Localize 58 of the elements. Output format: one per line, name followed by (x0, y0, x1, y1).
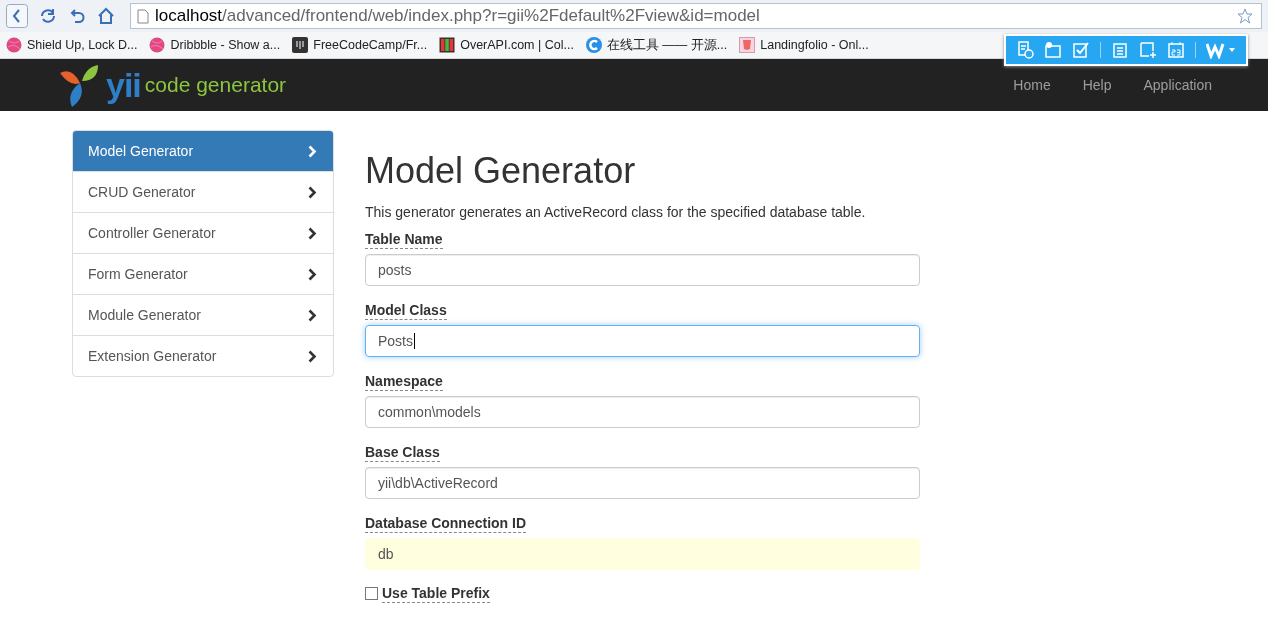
chevron-right-icon (308, 267, 317, 281)
sidebar-item[interactable]: Controller Generator (73, 212, 333, 253)
ball-icon (149, 37, 166, 53)
w-logo-icon[interactable] (1206, 41, 1236, 59)
document-clock-icon[interactable] (1016, 41, 1034, 59)
bookmark-item[interactable]: OverAPI.com | Col... (439, 37, 574, 53)
description: This generator generates an ActiveRecord class for the specified database table. (365, 204, 867, 220)
home-icon[interactable] (97, 7, 115, 25)
field-label: Base Class (365, 444, 440, 462)
chevron-right-icon (308, 144, 317, 158)
nav-link[interactable]: Help (1066, 77, 1128, 93)
page-icon (137, 8, 149, 24)
undo-icon[interactable] (68, 7, 86, 25)
sidebar-item[interactable]: Module Generator (73, 294, 333, 335)
sidebar-item[interactable]: Extension Generator (73, 335, 333, 376)
bookmark-item[interactable]: Shield Up, Lock D... (6, 37, 138, 53)
clipboard-icon[interactable] (1111, 41, 1129, 59)
shield-icon (739, 37, 756, 53)
ball-icon (6, 37, 22, 53)
chevron-right-icon (308, 349, 317, 363)
bars-icon (292, 37, 309, 53)
chevron-right-icon (308, 308, 317, 322)
checkbox-icon[interactable] (1072, 41, 1090, 59)
field-label: Namespace (365, 373, 443, 391)
field-label: Model Class (365, 302, 447, 320)
sidebar-item[interactable]: Form Generator (73, 253, 333, 294)
back-icon[interactable] (6, 4, 28, 28)
checkbox[interactable] (365, 587, 378, 600)
reload-icon[interactable] (39, 7, 57, 25)
chevron-right-icon (308, 185, 317, 199)
page-title: Model Generator (365, 150, 637, 192)
input-field[interactable]: Posts (365, 325, 920, 357)
nav-link[interactable]: Home (997, 77, 1067, 93)
bookmark-item[interactable]: Dribbble - Show a... (149, 37, 281, 53)
checkbox-label: Use Table Prefix (382, 585, 490, 603)
field-label: Database Connection ID (365, 515, 527, 533)
bookmark-item[interactable]: 在线工具 —— 开源... (585, 36, 728, 54)
input-field[interactable]: posts (365, 254, 920, 286)
sidebar-item[interactable]: CRUD Generator (73, 171, 333, 212)
input-field[interactable]: db (365, 538, 920, 570)
nav-link[interactable]: Application (1127, 77, 1228, 93)
bookmark-item[interactable]: FreeCodeCamp/Fr... (292, 37, 428, 53)
logo-subtitle: code generator (144, 73, 287, 97)
field-label: Table Name (365, 231, 443, 249)
c-logo-icon (585, 37, 602, 53)
chevron-right-icon (308, 226, 317, 240)
folder-icon[interactable] (1044, 41, 1062, 59)
address-bar[interactable]: localhost/advanced/frontend/web/index.php?r=gii%2Fdefault%2Fview&id=model (130, 3, 1262, 29)
add-note-icon[interactable] (1139, 41, 1157, 59)
star-icon[interactable] (1237, 8, 1253, 24)
calendar-icon[interactable] (1167, 41, 1185, 59)
url-text: localhost/advanced/frontend/web/index.php?r=gii%2Fdefault%2Fview&id=model (155, 6, 760, 26)
input-field[interactable]: common\models (365, 396, 920, 428)
bookmark-item[interactable]: Landingfolio - Onl... (739, 37, 869, 53)
input-field[interactable]: yii\db\ActiveRecord (365, 467, 920, 499)
sidebar-item[interactable]: Model Generator (73, 131, 333, 171)
logo-text: yii (106, 68, 141, 102)
columns-icon (439, 37, 456, 53)
